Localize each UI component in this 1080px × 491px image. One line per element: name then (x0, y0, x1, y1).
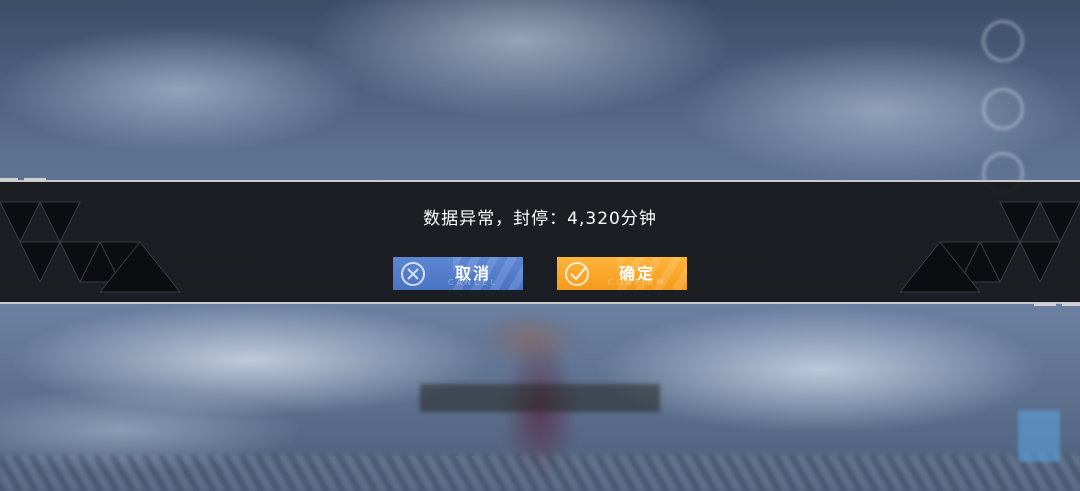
confirm-button[interactable]: 确定 CONFIRM (557, 257, 687, 290)
dialog-edge-accent (1062, 303, 1080, 306)
cancel-button[interactable]: 取消 CANCEL (393, 257, 523, 290)
blurred-side-button-icon (982, 20, 1024, 62)
dialog-edge-accent (1034, 303, 1056, 306)
left-triangle-pattern-icon (0, 201, 182, 293)
blurred-side-button-icon (982, 88, 1024, 130)
confirm-button-sublabel: CONFIRM (607, 278, 667, 287)
blurred-corner-widget (1018, 410, 1060, 462)
confirm-dialog: 数据异常，封停：4,320分钟 取消 CANCEL 确定 CONFIRM (0, 178, 1080, 306)
blurred-name-plate (420, 384, 660, 412)
blurred-bottom-railing (0, 455, 1080, 491)
right-triangle-pattern-icon (898, 201, 1080, 293)
cancel-button-sublabel: CANCEL (447, 278, 499, 287)
dialog-message: 数据异常，封停：4,320分钟 (423, 209, 657, 229)
dialog-edge-accent (0, 178, 18, 181)
dialog-edge-accent (24, 178, 46, 181)
